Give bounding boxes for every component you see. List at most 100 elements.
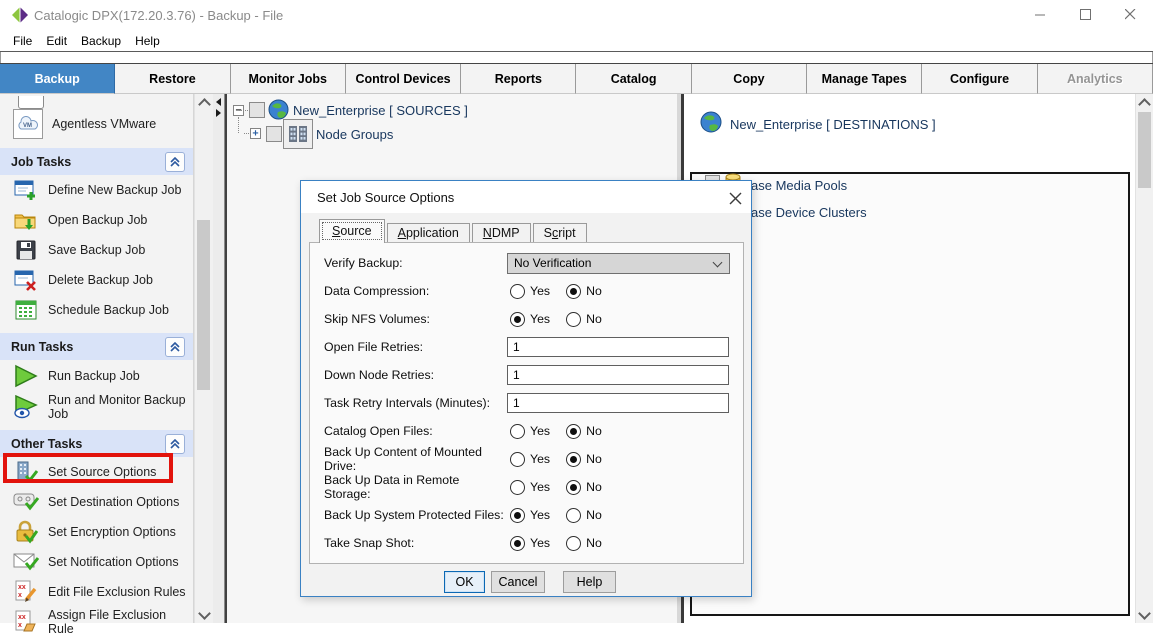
sidebar-item-set-source-options[interactable]: Set Source Options xyxy=(0,457,193,487)
sidebar-item-label: Delete Backup Job xyxy=(48,273,153,287)
tab-catalog[interactable]: Catalog xyxy=(576,64,691,94)
field-label: Back Up Data in Remote Storage: xyxy=(324,473,507,501)
scroll-up-arrow[interactable] xyxy=(1136,94,1153,111)
cancel-button[interactable]: Cancel xyxy=(491,571,545,593)
tree-connector xyxy=(239,110,248,111)
sidebar-item-define-new-backup-job[interactable]: Define New Backup Job xyxy=(0,175,193,205)
scrollbar-thumb[interactable] xyxy=(1138,112,1151,188)
menu-file[interactable]: File xyxy=(6,32,39,50)
sidebar-item-set-destination-options[interactable]: Set Destination Options xyxy=(0,487,193,517)
media-pools-label[interactable]: ase Media Pools xyxy=(751,178,847,193)
tree-expand-expander[interactable]: + xyxy=(250,128,261,139)
collapse-chevron-icon[interactable] xyxy=(165,337,185,357)
sidebar-item-label: Define New Backup Job xyxy=(48,183,181,197)
radio-no-label: No xyxy=(586,424,602,438)
sidebar-item-run-backup-job[interactable]: Run Backup Job xyxy=(0,360,193,391)
radio-no-label: No xyxy=(586,284,602,298)
ok-button[interactable]: OK xyxy=(444,571,485,593)
minimize-button[interactable] xyxy=(1018,0,1063,29)
radio-yes[interactable] xyxy=(510,312,525,327)
scroll-down-arrow[interactable] xyxy=(195,606,213,623)
dialog-tab-script[interactable]: Script xyxy=(533,223,587,243)
form-row-backup-remote-storage: Back Up Data in Remote Storage: Yes No xyxy=(310,473,743,501)
radio-yes[interactable] xyxy=(510,536,525,551)
tab-copy[interactable]: Copy xyxy=(692,64,807,94)
radio-no[interactable] xyxy=(566,284,581,299)
maximize-button[interactable] xyxy=(1063,0,1108,29)
window-title: Catalogic DPX(172.20.3.76) - Backup - Fi… xyxy=(34,8,283,23)
sidebar-item-set-notification-options[interactable]: Set Notification Options xyxy=(0,547,193,577)
sidebar-item-label: Open Backup Job xyxy=(48,213,147,227)
sidebar-item-edit-file-exclusion-rules[interactable]: xxx Edit File Exclusion Rules xyxy=(0,577,193,607)
radio-no[interactable] xyxy=(566,508,581,523)
svg-text:xx: xx xyxy=(18,584,26,591)
sidebar-item-open-backup-job[interactable]: Open Backup Job xyxy=(0,205,193,235)
sidebar-scrollbar[interactable] xyxy=(194,94,213,623)
close-button[interactable] xyxy=(1108,0,1153,29)
sidebar-item-delete-backup-job[interactable]: Delete Backup Job xyxy=(0,265,193,295)
dialog-tab-source[interactable]: Source xyxy=(319,219,385,243)
sidebar-item-agentless-vmware[interactable]: VM Agentless VMware xyxy=(0,108,193,140)
radio-yes-label: Yes xyxy=(530,452,550,466)
section-title: Other Tasks xyxy=(11,437,165,451)
dialog-tab-application[interactable]: Application xyxy=(387,223,470,243)
sidebar-item-label: Set Destination Options xyxy=(48,495,179,509)
menu-backup[interactable]: Backup xyxy=(74,32,128,50)
collapse-chevron-icon[interactable] xyxy=(165,434,185,454)
tab-manage-tapes[interactable]: Manage Tapes xyxy=(807,64,922,94)
sidebar-item-set-encryption-options[interactable]: Set Encryption Options xyxy=(0,517,193,547)
tab-configure[interactable]: Configure xyxy=(922,64,1037,94)
radio-yes[interactable] xyxy=(510,424,525,439)
radio-no[interactable] xyxy=(566,536,581,551)
tab-monitor-jobs[interactable]: Monitor Jobs xyxy=(231,64,346,94)
field-label: Verify Backup: xyxy=(324,256,507,270)
menu-edit[interactable]: Edit xyxy=(39,32,74,50)
source-root-checkbox[interactable] xyxy=(249,102,265,118)
radio-no[interactable] xyxy=(566,424,581,439)
tab-control-devices[interactable]: Control Devices xyxy=(346,64,461,94)
sidebar-item-schedule-backup-job[interactable]: Schedule Backup Job xyxy=(0,295,193,325)
radio-yes[interactable] xyxy=(510,508,525,523)
dialog-close-icon[interactable] xyxy=(725,188,745,208)
radio-no[interactable] xyxy=(566,312,581,327)
destination-scrollbar[interactable] xyxy=(1135,94,1153,623)
open-file-retries-input[interactable] xyxy=(507,337,729,357)
menu-help[interactable]: Help xyxy=(128,32,167,50)
radio-yes[interactable] xyxy=(510,284,525,299)
radio-yes-label: Yes xyxy=(530,508,550,522)
sidebar-item-assign-file-exclusion-rule[interactable]: xxx Assign File Exclusion Rule xyxy=(0,607,193,637)
expand-right-icon[interactable] xyxy=(216,109,221,117)
radio-yes[interactable] xyxy=(510,480,525,495)
sidebar-item-label: Set Encryption Options xyxy=(48,525,176,539)
device-clusters-label[interactable]: ase Device Clusters xyxy=(751,205,867,220)
tab-restore[interactable]: Restore xyxy=(115,64,230,94)
scroll-up-arrow[interactable] xyxy=(195,94,213,111)
task-retry-intervals-input[interactable] xyxy=(507,393,729,413)
radio-no-label: No xyxy=(586,312,602,326)
collapse-left-icon[interactable] xyxy=(216,98,221,106)
help-button[interactable]: Help xyxy=(563,571,616,593)
tab-analytics[interactable]: Analytics xyxy=(1038,64,1153,94)
node-groups-label[interactable]: Node Groups xyxy=(316,127,393,142)
radio-no[interactable] xyxy=(566,480,581,495)
radio-yes[interactable] xyxy=(510,452,525,467)
tab-backup[interactable]: Backup xyxy=(0,64,115,94)
collapse-chevron-icon[interactable] xyxy=(165,152,185,172)
sidebar-item-save-backup-job[interactable]: Save Backup Job xyxy=(0,235,193,265)
radio-no[interactable] xyxy=(566,452,581,467)
sidebar-item-run-and-monitor-backup-job[interactable]: Run and Monitor Backup Job xyxy=(0,391,193,422)
form-row-task-retry-intervals: Task Retry Intervals (Minutes): xyxy=(310,389,743,417)
source-root-label[interactable]: New_Enterprise [ SOURCES ] xyxy=(293,103,468,118)
radio-yes-label: Yes xyxy=(530,480,550,494)
tab-reports[interactable]: Reports xyxy=(461,64,576,94)
sidebar-item-label: Save Backup Job xyxy=(48,243,145,257)
dialog-tab-ndmp[interactable]: NDMP xyxy=(472,223,531,243)
panel-splitter[interactable] xyxy=(213,94,225,623)
scroll-down-arrow[interactable] xyxy=(1136,606,1153,623)
down-node-retries-input[interactable] xyxy=(507,365,729,385)
node-groups-checkbox[interactable] xyxy=(266,126,282,142)
verify-backup-dropdown[interactable]: No Verification xyxy=(507,253,730,274)
destination-root-label[interactable]: New_Enterprise [ DESTINATIONS ] xyxy=(730,117,936,132)
radio-yes-label: Yes xyxy=(530,312,550,326)
scrollbar-thumb[interactable] xyxy=(197,220,210,390)
